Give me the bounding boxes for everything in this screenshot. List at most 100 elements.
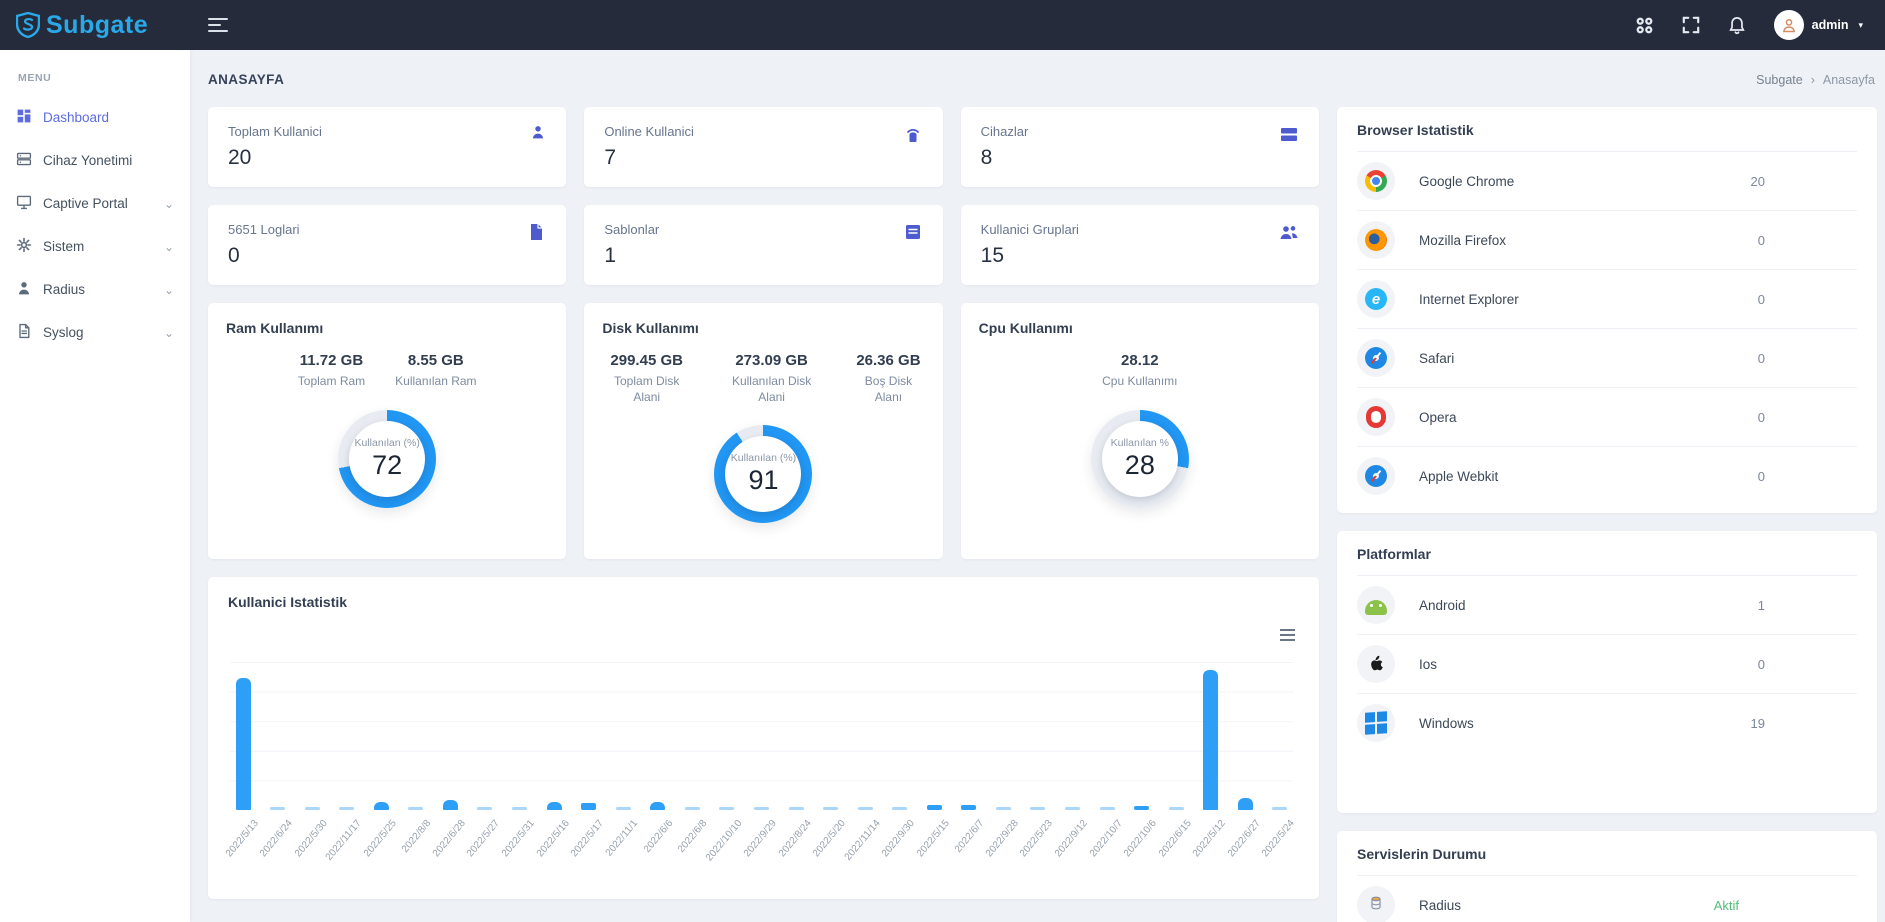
service-status-badge: Aktif [1714,898,1739,913]
gauge-card-ram-kullanımı: Ram Kullanımı11.72 GBToplam Ram8.55 GBKu… [208,303,566,559]
icon-circle [1357,586,1395,624]
bar-column: 2022/11/17 [334,662,360,810]
list-item-mozilla-firefox: Mozilla Firefox0 [1357,211,1857,270]
bar[interactable] [236,678,251,810]
bar[interactable] [339,807,354,810]
bell-icon[interactable] [1728,16,1746,35]
bar-column: 2022/5/31 [507,662,533,810]
gauge-stats: 299.45 GBToplam Disk Alani273.09 GBKulla… [602,352,924,405]
list-item-apple-webkit: Apple Webkit0 [1357,447,1857,505]
bar[interactable] [719,807,734,810]
sidebar-item-captive-portal[interactable]: Captive Portal⌄ [0,182,190,225]
logo-text: Subgate [46,11,148,40]
bar[interactable] [754,807,769,810]
bar[interactable] [616,807,631,810]
apple-icon [1366,652,1386,677]
list-item-label: Google Chrome [1419,174,1514,189]
bar-column: 2022/5/16 [541,662,567,810]
icon-circle [1357,398,1395,436]
user-menu[interactable]: admin ▾ [1774,10,1863,40]
list-item-internet-explorer: eInternet Explorer0 [1357,270,1857,329]
gear-icon [16,237,32,256]
gauge-center-value: 28 [1125,450,1155,481]
sidebar-menu-label: MENU [0,50,190,96]
gauge-ring-wrap: Kullanılan (%)91 [602,425,924,523]
bar-column: 2022/10/6 [1129,662,1155,810]
logo[interactable]: Subgate [0,11,190,40]
user-statistics-card: Kullanici Istatistik 2022/5/132022/6/242… [208,577,1319,899]
sidebar-item-dashboard[interactable]: Dashboard [0,96,190,139]
list-item-android: Android1 [1357,576,1857,635]
sidebar-item-label: Radius [43,282,85,297]
bar[interactable] [1134,806,1149,810]
bar-column: 2022/6/15 [1163,662,1189,810]
x-axis-tick-label: 2022/6/8 [676,818,709,855]
sidebar-item-radius[interactable]: Radius⌄ [0,268,190,311]
sidebar-item-cihaz-yonetimi[interactable]: Cihaz Yonetimi [0,139,190,182]
bar[interactable] [581,803,596,810]
bar[interactable] [961,805,976,810]
sidebar: MENU DashboardCihaz YonetimiCaptive Port… [0,50,190,922]
user-group-icon [1279,222,1299,247]
apps-grid-icon[interactable] [1635,16,1654,35]
gauge-stat: 26.36 GBBoş Disk Alanı [852,352,924,405]
bar[interactable] [270,807,285,810]
bar[interactable] [408,807,423,810]
gauge-stats: 28.12Cpu Kullanımı [979,352,1301,390]
x-axis-tick-label: 2022/5/20 [811,818,848,859]
breadcrumb-parent[interactable]: Subgate [1756,73,1803,87]
bar[interactable] [823,807,838,810]
stat-card-value: 0 [228,244,546,268]
gauge-stat: 299.45 GBToplam Disk Alani [602,352,691,405]
sidebar-item-label: Dashboard [43,110,109,125]
bar[interactable] [1238,798,1253,810]
list-item-label: Safari [1419,351,1454,366]
bar-column: 2022/5/23 [1025,662,1051,810]
platform-count: 0 [1758,657,1765,672]
platform-count: 1 [1758,598,1765,613]
bar-chart: 2022/5/132022/6/242022/5/302022/11/17202… [230,662,1293,810]
gauge-stat-label: Kullanılan Ram [395,374,476,390]
bar-column: 2022/6/27 [1232,662,1258,810]
bar[interactable] [892,807,907,810]
fullscreen-icon[interactable] [1682,16,1700,34]
services-status-title: Servislerin Durumu [1357,846,1857,876]
bar[interactable] [443,800,458,810]
sidebar-item-label: Captive Portal [43,196,128,211]
sidebar-toggle-icon[interactable] [208,18,228,32]
chart-menu-icon[interactable] [1280,629,1295,641]
bar-column: 2022/9/29 [748,662,774,810]
bar[interactable] [1065,807,1080,810]
stat-card-value: 20 [228,146,546,170]
bar[interactable] [305,807,320,810]
x-axis-tick-label: 2022/8/8 [400,818,433,855]
bar[interactable] [685,807,700,810]
bar-column: 2022/5/12 [1198,662,1224,810]
sidebar-item-syslog[interactable]: Syslog⌄ [0,311,190,354]
bar[interactable] [927,805,942,810]
bar[interactable] [1100,807,1115,810]
bar[interactable] [650,802,665,810]
bar[interactable] [374,802,389,810]
bar[interactable] [1203,670,1218,810]
bar[interactable] [858,807,873,810]
bar[interactable] [547,802,562,810]
bar[interactable] [996,807,1011,810]
bar[interactable] [477,807,492,810]
gauge-center-label: Kullanılan % [1111,437,1169,449]
bar[interactable] [789,807,804,810]
bar[interactable] [1030,807,1045,810]
list-item-safari: Safari0 [1357,329,1857,388]
sidebar-item-sistem[interactable]: Sistem⌄ [0,225,190,268]
browser-count: 0 [1758,233,1765,248]
gauge-title: Cpu Kullanımı [979,320,1301,336]
template-icon [903,222,923,247]
bar[interactable] [1272,807,1287,810]
bar[interactable] [512,807,527,810]
x-axis-tick-label: 2022/5/15 [915,818,952,859]
bar-column: 2022/5/20 [818,662,844,810]
gauge-stat-label: Cpu Kullanımı [1102,374,1177,390]
bar[interactable] [1169,807,1184,810]
gauge-ring-wrap: Kullanılan %28 [979,410,1301,508]
x-axis-tick-label: 2022/6/28 [431,818,468,859]
